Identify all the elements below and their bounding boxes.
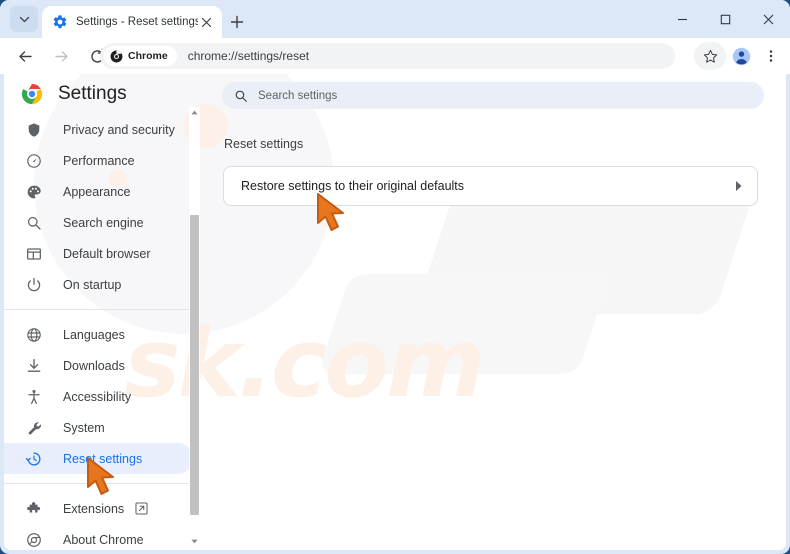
minimize-icon [678, 18, 687, 20]
url-text: chrome://settings/reset [187, 49, 310, 63]
history-clock-icon [25, 450, 43, 468]
sidebar-item-on-startup[interactable]: On startup [4, 269, 193, 300]
close-button[interactable] [747, 0, 790, 38]
sidebar-divider [4, 483, 193, 484]
settings-nav-list: Privacy and security Performance Appeara… [4, 114, 205, 550]
arrow-right-icon [54, 50, 68, 62]
close-icon [763, 14, 774, 24]
address-bar[interactable]: Chrome chrome://settings/reset [100, 43, 675, 69]
sidebar-item-label: Reset settings [63, 451, 143, 466]
browser-toolbar: Chrome chrome://settings/reset [0, 38, 790, 74]
settings-main-panel: Search settings Reset settings Restore s… [205, 74, 786, 550]
search-input[interactable]: Search settings [222, 82, 764, 109]
avatar-icon [732, 47, 750, 65]
forward-button[interactable] [46, 41, 76, 71]
caret-up-icon [191, 110, 198, 115]
three-dot-menu-icon [769, 50, 773, 62]
sidebar-item-label: Search engine [63, 215, 144, 230]
accessibility-icon [25, 388, 43, 406]
page-title: Settings [58, 83, 127, 104]
sidebar-item-label: Accessibility [63, 389, 132, 404]
restore-settings-label: Restore settings to their original defau… [241, 179, 465, 193]
chevron-right-icon [734, 180, 743, 192]
sidebar-item-default-browser[interactable]: Default browser [4, 238, 193, 269]
settings-sidebar: Settings Privacy and security Performanc… [4, 74, 205, 550]
settings-gear-icon [53, 15, 67, 29]
sidebar-item-accessibility[interactable]: Accessibility [4, 381, 193, 412]
sidebar-item-about-chrome[interactable]: About Chrome [4, 524, 193, 550]
shield-icon [25, 121, 43, 139]
maximize-button[interactable] [704, 0, 747, 38]
sidebar-item-label: Downloads [63, 358, 125, 373]
window-controls [661, 0, 790, 38]
chrome-menu-button[interactable] [756, 41, 786, 71]
sidebar-item-appearance[interactable]: Appearance [4, 176, 193, 207]
close-icon [201, 17, 212, 28]
restore-settings-row[interactable]: Restore settings to their original defau… [223, 166, 758, 206]
tab-strip: Settings - Reset settings [0, 0, 790, 38]
maximize-icon [720, 14, 731, 24]
scroll-down-arrow[interactable] [189, 536, 200, 547]
speedometer-icon [25, 152, 43, 170]
tab-search-button[interactable] [10, 6, 38, 32]
tab-title: Settings - Reset settings [76, 16, 198, 28]
sidebar-item-label: On startup [63, 277, 122, 292]
sidebar-scrollbar[interactable] [189, 107, 200, 547]
back-button[interactable] [10, 41, 40, 71]
toolbar-right-actions [694, 41, 786, 71]
sidebar-item-performance[interactable]: Performance [4, 145, 193, 176]
search-placeholder: Search settings [258, 89, 338, 102]
power-icon [25, 276, 43, 294]
chrome-outline-icon [25, 531, 43, 549]
external-link-icon [134, 502, 148, 516]
browser-window-icon [25, 245, 43, 263]
bookmark-button[interactable] [694, 42, 726, 70]
search-icon [235, 90, 247, 102]
caret-down-icon [191, 539, 198, 544]
download-icon [25, 357, 43, 375]
puzzle-icon [25, 500, 43, 518]
sidebar-item-label: System [63, 420, 105, 435]
section-title: Reset settings [224, 137, 304, 151]
star-icon [703, 49, 717, 63]
sidebar-item-label: Privacy and security [63, 122, 175, 137]
sidebar-item-extensions[interactable]: Extensions [4, 493, 193, 524]
sidebar-item-downloads[interactable]: Downloads [4, 350, 193, 381]
sidebar-item-label: Extensions [63, 501, 125, 516]
chrome-logo-icon [21, 83, 43, 105]
sidebar-item-label: Performance [63, 153, 135, 168]
sidebar-divider [4, 309, 193, 310]
sidebar-item-reset-settings[interactable]: Reset settings [4, 443, 193, 474]
sidebar-item-search-engine[interactable]: Search engine [4, 207, 193, 238]
profile-avatar-button[interactable] [726, 41, 756, 71]
tab-close-button[interactable] [199, 15, 214, 30]
globe-icon [25, 326, 43, 344]
settings-header: Settings [4, 74, 205, 114]
chevron-down-icon [19, 16, 29, 22]
chrome-origin-chip[interactable]: Chrome [104, 46, 177, 66]
minimize-button[interactable] [661, 0, 704, 38]
wrench-icon [25, 419, 43, 437]
palette-icon [25, 183, 43, 201]
browser-window: Settings - Reset settings Chrome chrome:… [0, 0, 790, 554]
chrome-chip-label: Chrome [128, 50, 168, 62]
sidebar-item-label: Appearance [63, 184, 131, 199]
sidebar-item-label: Default browser [63, 246, 151, 261]
arrow-left-icon [18, 50, 32, 62]
page-content: sk.com Settings Privacy and security Per… [4, 74, 786, 550]
chrome-icon [110, 50, 123, 62]
sidebar-item-system[interactable]: System [4, 412, 193, 443]
browser-tab[interactable]: Settings - Reset settings [42, 6, 222, 38]
new-tab-button[interactable] [226, 11, 248, 33]
sidebar-item-label: About Chrome [63, 532, 144, 547]
sidebar-item-languages[interactable]: Languages [4, 319, 193, 350]
magnifier-icon [25, 214, 43, 232]
scroll-up-arrow[interactable] [189, 107, 200, 118]
scrollbar-thumb[interactable] [190, 215, 199, 515]
sidebar-item-privacy-and-security[interactable]: Privacy and security [4, 114, 193, 145]
plus-icon [230, 15, 244, 29]
sidebar-item-label: Languages [63, 327, 125, 342]
